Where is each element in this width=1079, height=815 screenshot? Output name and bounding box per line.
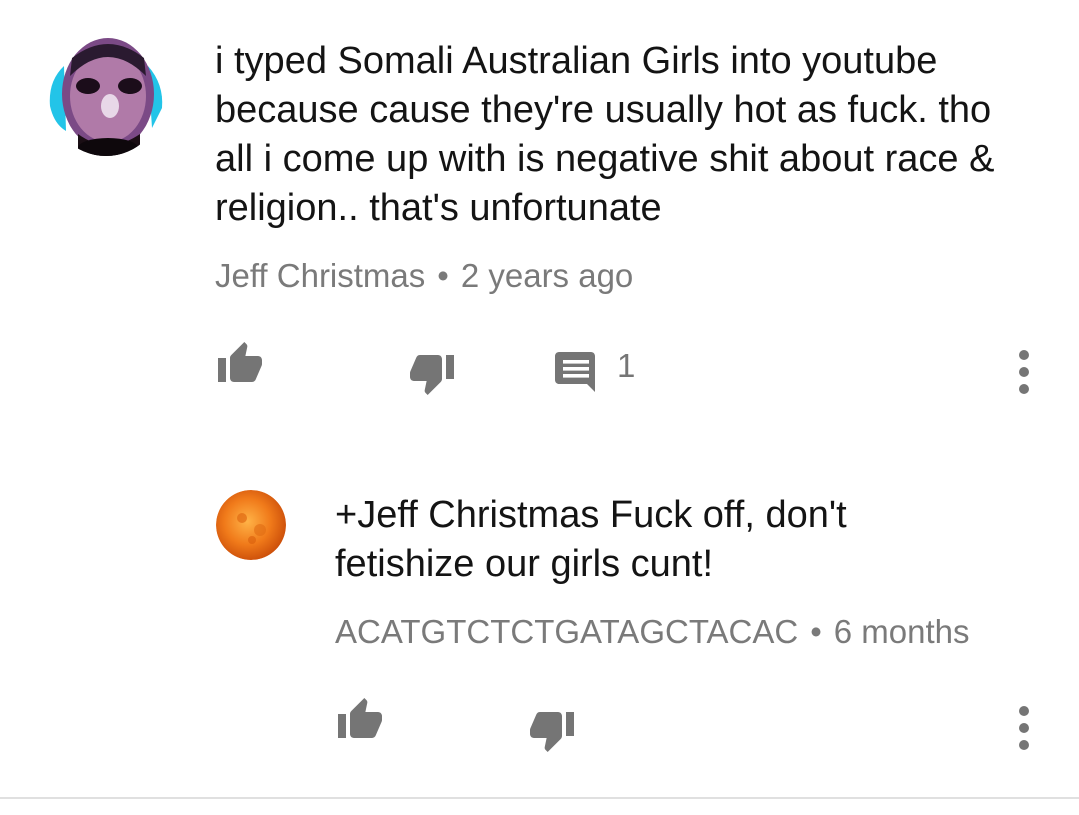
author-name[interactable]: Jeff Christmas [215,257,425,294]
dislike-button[interactable] [408,353,456,397]
thumbs-up-icon [218,342,262,382]
divider [0,797,1079,799]
avatar-image [216,490,286,560]
like-button[interactable] [336,696,384,740]
avatar-image [48,36,164,156]
thumbs-down-icon [530,712,574,752]
timestamp: 6 months [833,613,970,650]
more-vert-icon[interactable] [1014,350,1034,401]
reply-count[interactable]: 1 [617,346,635,386]
comment-text: +Jeff Christmas Fuck off, don't fetishiz… [335,494,858,585]
like-button[interactable] [216,340,264,384]
thumbs-up-icon [338,698,382,738]
separator-dot: • [810,613,822,650]
thumbs-down-icon [410,355,454,395]
avatar[interactable] [216,490,286,560]
comment-text: i typed Somali Australian Girls into you… [215,40,1005,229]
timestamp: 2 years ago [460,257,634,294]
author-name[interactable]: ACATGTCTCTGATAGCTACAC [335,613,798,650]
separator-dot: • [437,257,449,294]
dislike-button[interactable] [528,710,576,754]
avatar[interactable] [48,36,164,156]
reply-button[interactable] [555,352,597,394]
comment-icon [555,352,595,392]
comment-meta: Jeff Christmas • 2 years ago [215,256,633,296]
comment-meta: ACATGTCTCTGATAGCTACAC • 6 months [335,612,970,652]
more-vert-icon[interactable] [1014,706,1034,757]
